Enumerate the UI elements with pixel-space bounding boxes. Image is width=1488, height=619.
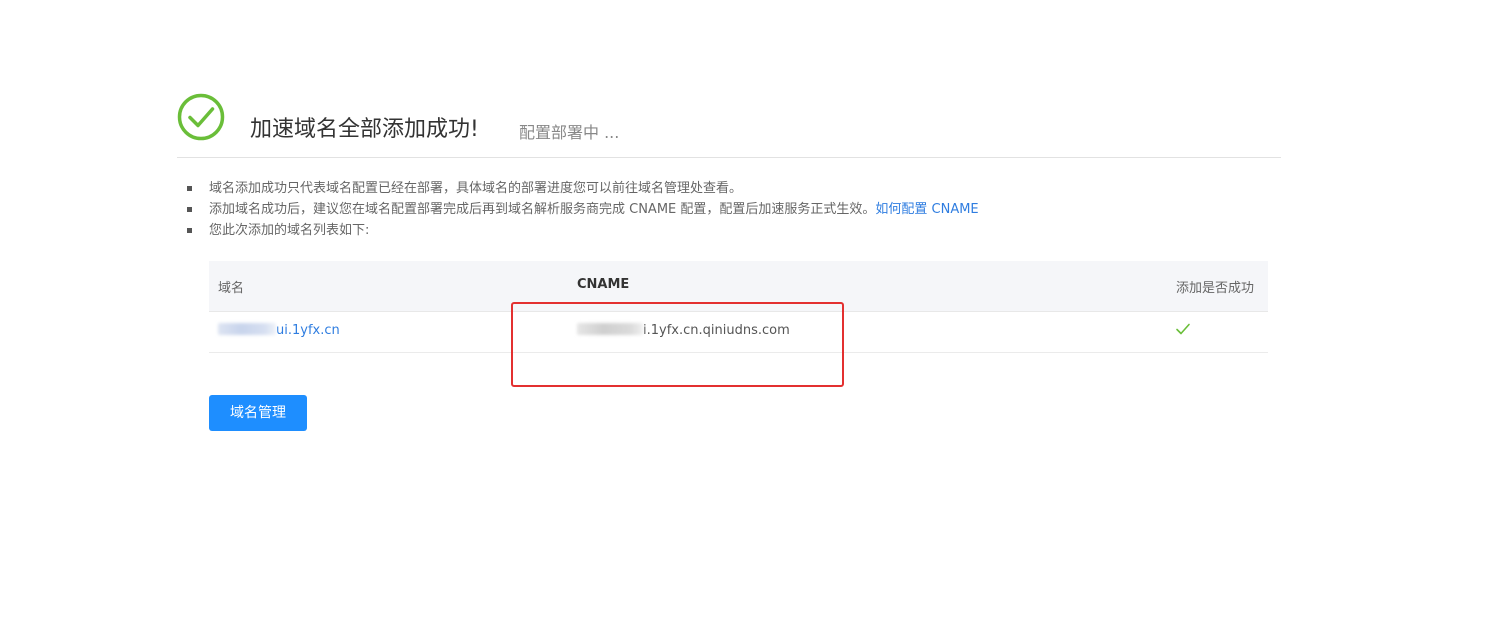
- deploy-status: 配置部署中 ...: [519, 123, 620, 142]
- page-title: 加速域名全部添加成功!: [250, 117, 479, 142]
- redacted-text: [218, 323, 276, 335]
- note-item: 您此次添加的域名列表如下:: [187, 220, 979, 241]
- check-circle-icon: [177, 93, 225, 141]
- column-header-success: 添加是否成功: [1176, 281, 1255, 296]
- column-header-cname: CNAME: [577, 277, 630, 292]
- notes-list: 域名添加成功只代表域名配置已经在部署，具体域名的部署进度您可以前往域名管理处查看…: [187, 178, 979, 241]
- domain-link[interactable]: ui.1yfx.cn: [276, 323, 340, 338]
- cname-help-link[interactable]: 如何配置 CNAME: [875, 202, 978, 217]
- result-header: 加速域名全部添加成功! 配置部署中 ...: [177, 93, 1281, 158]
- check-icon: [1176, 323, 1190, 335]
- note-item: 域名添加成功只代表域名配置已经在部署，具体域名的部署进度您可以前往域名管理处查看…: [187, 178, 979, 199]
- annotation-highlight-box: [511, 302, 844, 387]
- domain-management-button[interactable]: 域名管理: [209, 395, 307, 431]
- column-header-domain: 域名: [218, 281, 245, 296]
- domain-cell[interactable]: ui.1yfx.cn: [218, 323, 340, 338]
- note-item: 添加域名成功后，建议您在域名配置部署完成后再到域名解析服务商完成 CNAME 配…: [187, 199, 979, 220]
